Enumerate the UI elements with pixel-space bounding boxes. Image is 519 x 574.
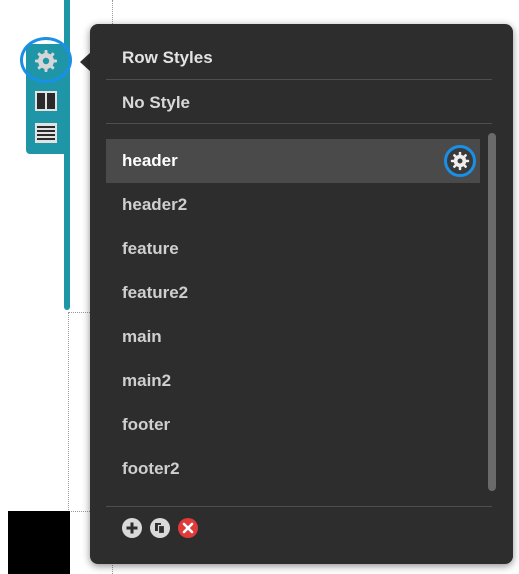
style-item-label: main2 <box>122 371 172 390</box>
drag-handle-icon[interactable] <box>33 120 59 146</box>
style-actions <box>122 518 198 538</box>
style-item-main2[interactable]: main2 <box>106 359 480 403</box>
styles-list: header header2 feature feature2 main mai… <box>106 139 480 491</box>
style-item-footer2[interactable]: footer2 <box>106 447 480 491</box>
style-item-label: header <box>122 151 178 170</box>
scrollbar-thumb[interactable] <box>488 133 496 491</box>
columns-icon[interactable] <box>33 88 59 114</box>
style-item-header[interactable]: header <box>106 139 480 183</box>
style-item-main[interactable]: main <box>106 315 480 359</box>
style-item-label: footer2 <box>122 459 180 478</box>
style-item-feature2[interactable]: feature2 <box>106 271 480 315</box>
gear-icon[interactable] <box>444 145 476 177</box>
divider <box>106 79 492 80</box>
style-item-footer[interactable]: footer <box>106 403 480 447</box>
style-item-label: footer <box>122 415 171 434</box>
active-tool-highlight <box>20 37 72 83</box>
delete-circle-icon[interactable] <box>178 518 198 538</box>
page-content-block <box>8 511 70 574</box>
no-style-option[interactable]: No Style <box>122 93 190 113</box>
style-item-feature[interactable]: feature <box>106 227 480 271</box>
guide-line-vertical <box>68 312 69 512</box>
style-item-header2[interactable]: header2 <box>106 183 480 227</box>
style-item-label: header2 <box>122 195 188 214</box>
duplicate-icon[interactable] <box>150 518 170 538</box>
style-item-label: feature <box>122 239 179 258</box>
style-item-label: feature2 <box>122 283 189 302</box>
popup-title: Row Styles <box>122 48 213 67</box>
divider <box>106 506 492 507</box>
plus-circle-icon[interactable] <box>122 518 142 538</box>
style-item-label: main <box>122 327 162 346</box>
row-styles-popup: Row Styles No Style header header2 featu… <box>90 24 513 564</box>
divider <box>106 123 492 124</box>
